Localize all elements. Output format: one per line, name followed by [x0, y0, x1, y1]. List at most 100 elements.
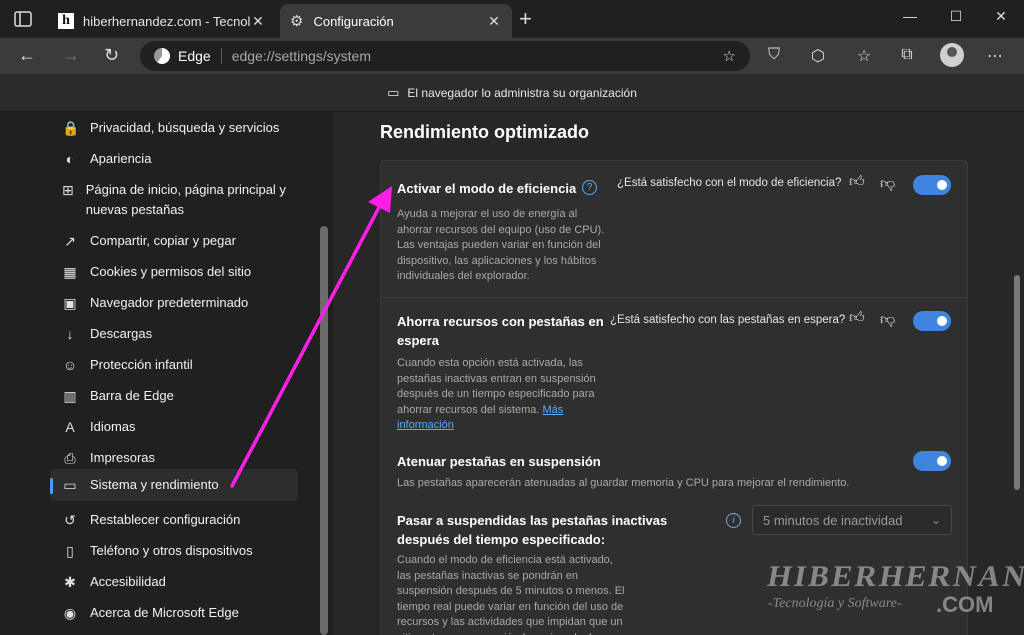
profile-avatar[interactable] — [940, 43, 964, 67]
sidebar-item-label: Impresoras — [90, 450, 156, 465]
phone-icon: ▯ — [66, 543, 74, 559]
more-menu-icon[interactable]: ⋯ — [985, 46, 1005, 66]
tab-configuracion[interactable]: ⚙ Configuración ✕ — [280, 4, 512, 38]
lock-icon: 🔒 — [62, 120, 80, 136]
sidebar-item-accessibility[interactable]: ✱ Accesibilidad — [50, 566, 298, 598]
main-scrollbar[interactable] — [1014, 275, 1020, 490]
address-edge-label: Edge — [178, 48, 222, 64]
efficiency-desc: Ayuda a mejorar el uso de energía al aho… — [397, 208, 605, 282]
sidebar-item-cookies[interactable]: ▦ Cookies y permisos del sitio — [50, 256, 298, 288]
sidebar-scrollbar[interactable] — [320, 226, 328, 635]
close-icon[interactable]: ✕ — [486, 13, 502, 30]
tab-actions-icon[interactable] — [12, 9, 34, 29]
info-icon[interactable]: i — [726, 513, 741, 528]
sidebar-item-label: Cookies y permisos del sitio — [90, 264, 252, 279]
watermark-tagline: -Tecnología y Software- — [768, 596, 902, 611]
tab-title: hiberhernandez.com - Tecnologi — [83, 13, 250, 29]
tab-hiberhernandez[interactable]: h hiberhernandez.com - Tecnologi ✕ — [48, 4, 276, 38]
home-icon: ⊞ — [62, 182, 74, 198]
suspend-after-desc: Cuando el modo de eficiencia está activa… — [397, 554, 625, 635]
ublock-extension-icon[interactable]: ⛉ — [764, 46, 784, 64]
accessibility-icon: ✱ — [64, 574, 76, 590]
sidebar-item-label: Acerca de Microsoft Edge — [90, 605, 239, 620]
share-icon: ↗ — [64, 233, 76, 249]
gear-icon: ⚙ — [290, 13, 304, 30]
edge-icon: ◉ — [63, 605, 77, 621]
chevron-down-icon: ⌄ — [930, 513, 941, 527]
sidebar-icon: ▥ — [63, 388, 77, 404]
sidebar-item-default-browser[interactable]: ▣ Navegador predeterminado — [50, 287, 298, 319]
palette-icon: ◐ — [65, 151, 75, 167]
help-icon[interactable]: ? — [582, 180, 597, 195]
sleeping-tabs-toggle[interactable] — [913, 311, 951, 331]
thumbs-down-icon[interactable]: 👎︎ — [880, 311, 895, 329]
printer-icon: ⎙ — [64, 450, 76, 466]
toolbar: ← → ↻ Edge edge://settings/system ☆ ⛉ ⬡ … — [0, 38, 1024, 74]
sidebar-item-appearance[interactable]: ◐ Apariencia — [50, 143, 298, 175]
extensions-puzzle-icon[interactable]: ⬡ — [808, 46, 828, 66]
download-icon: ↓ — [66, 326, 74, 342]
sidebar-item-start-page[interactable]: ⊞ Página de inicio, página principal y n… — [50, 174, 298, 226]
efficiency-feedback: ¿Está satisfecho con el modo de eficienc… — [617, 177, 842, 189]
collections-icon[interactable]: ⧉ — [897, 46, 917, 64]
divider — [381, 297, 967, 298]
refresh-icon[interactable]: ↻ — [104, 45, 119, 66]
sidebar-item-label: Descargas — [90, 326, 153, 341]
close-icon[interactable]: ✕ — [250, 13, 266, 30]
sleeping-tabs-feedback: ¿Está satisfecho con las pestañas en esp… — [610, 314, 846, 326]
sleeping-tabs-title: Ahorra recursos con pestañas en espera — [397, 314, 604, 348]
thumbs-down-icon[interactable]: 👎︎ — [880, 175, 895, 193]
thumbs-up-icon[interactable]: 👍︎ — [849, 309, 865, 327]
sidebar-item-label: Navegador predeterminado — [90, 295, 249, 310]
briefcase-icon: ▭ — [387, 84, 400, 100]
add-favorite-icon[interactable]: ☆ — [723, 47, 736, 65]
sidebar-item-system[interactable]: ▭ Sistema y rendimiento — [50, 469, 298, 501]
maximize-button[interactable]: ☐ — [946, 8, 966, 28]
managed-banner: ▭ El navegador lo administra su organiza… — [0, 74, 1024, 112]
sidebar-item-label: Página de inicio, página principal y nue… — [85, 182, 286, 217]
site-favicon-icon: h — [58, 13, 74, 29]
sleeping-tabs-desc: Cuando esta opción está activada, las pe… — [397, 357, 596, 416]
language-icon: A — [65, 419, 75, 435]
sidebar-item-privacy[interactable]: 🔒 Privacidad, búsqueda y servicios — [50, 112, 298, 144]
sidebar-item-share[interactable]: ↗ Compartir, copiar y pegar — [50, 225, 298, 257]
close-window-button[interactable]: ✕ — [991, 8, 1011, 28]
efficiency-toggle[interactable] — [913, 175, 951, 195]
sidebar-item-label: Sistema y rendimiento — [90, 477, 219, 492]
thumbs-up-icon[interactable]: 👍︎ — [849, 173, 865, 191]
watermark-domain: .COM — [936, 592, 994, 617]
suspend-after-select[interactable]: 5 minutos de inactividad ⌄ — [752, 505, 952, 535]
settings-sidebar: 🔒 Privacidad, búsqueda y servicios ◐ Apa… — [0, 112, 332, 635]
forward-arrow-icon[interactable]: → — [62, 45, 80, 66]
efficiency-title: Activar el modo de eficiencia — [397, 181, 577, 196]
cookie-icon: ▦ — [63, 264, 77, 280]
suspend-after-value: 5 minutos de inactividad — [763, 512, 903, 528]
sidebar-item-languages[interactable]: A Idiomas — [50, 411, 298, 443]
back-arrow-icon[interactable]: ← — [18, 45, 36, 66]
sidebar-item-reset[interactable]: ↺ Restablecer configuración — [50, 504, 298, 536]
fade-tabs-title: Atenuar pestañas en suspensión — [397, 454, 601, 469]
sidebar-item-family[interactable]: ☺ Protección infantil — [50, 349, 298, 381]
sidebar-item-about[interactable]: ◉ Acerca de Microsoft Edge — [50, 597, 298, 629]
minimize-button[interactable]: — — [900, 8, 920, 28]
sidebar-item-phone[interactable]: ▯ Teléfono y otros dispositivos — [50, 535, 298, 567]
edge-logo-icon — [154, 48, 170, 64]
suspend-after-title: Pasar a suspendidas las pestañas inactiv… — [397, 513, 668, 547]
sidebar-item-label: Barra de Edge — [90, 388, 174, 403]
sidebar-item-downloads[interactable]: ↓ Descargas — [50, 318, 298, 350]
sidebar-item-edge-bar[interactable]: ▥ Barra de Edge — [50, 380, 298, 412]
page-title: Rendimiento optimizado — [380, 122, 589, 142]
sidebar-item-label: Protección infantil — [90, 357, 193, 372]
favorites-icon[interactable]: ☆ — [854, 46, 874, 66]
new-tab-button[interactable]: + — [519, 8, 532, 30]
sleeping-tabs-desc-block: Cuando esta opción está activada, las pe… — [397, 356, 607, 434]
address-url[interactable]: edge://settings/system — [232, 48, 371, 64]
sidebar-item-label: Idiomas — [90, 419, 136, 434]
sidebar-item-label: Teléfono y otros dispositivos — [90, 543, 253, 558]
sidebar-item-label: Accesibilidad — [90, 574, 166, 589]
fade-tabs-toggle[interactable] — [913, 451, 951, 471]
browser-icon: ▣ — [63, 295, 77, 311]
tab-bar: h hiberhernandez.com - Tecnologi ✕ ⚙ Con… — [0, 0, 1024, 38]
settings-main: Rendimiento optimizado Activar el modo d… — [332, 112, 1024, 635]
address-bar[interactable]: Edge edge://settings/system ☆ — [140, 41, 750, 71]
